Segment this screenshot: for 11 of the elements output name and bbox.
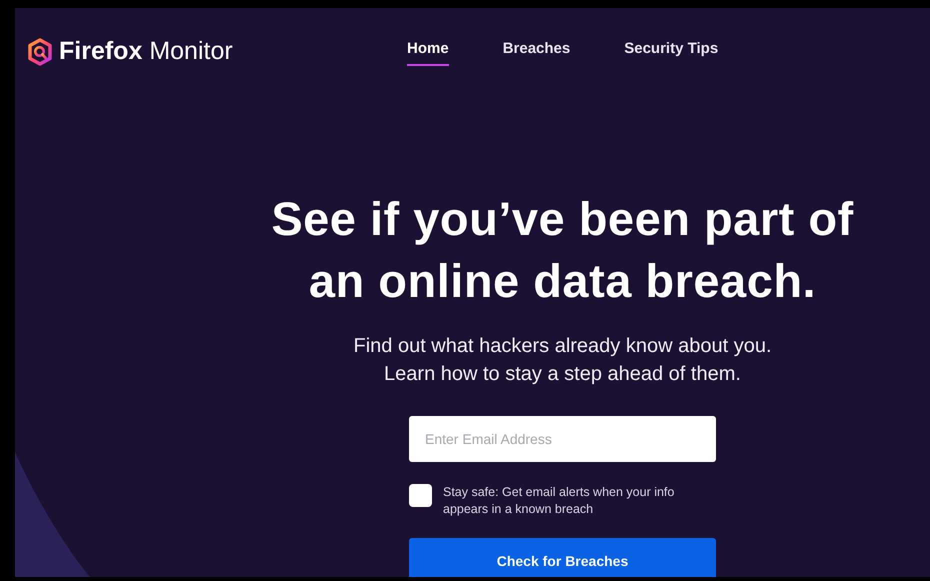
email-field[interactable]: Enter Email Address — [409, 416, 716, 462]
alerts-label: Stay safe: Get email alerts when your info appears in a known breach — [443, 484, 676, 518]
brand-name[interactable]: Firefox Monitor — [59, 33, 233, 71]
check-breaches-button[interactable]: Check for Breaches — [409, 538, 716, 577]
subtitle: Find out what hackers already know about you. Learn how to stay a step ahead of them. — [353, 334, 772, 387]
nav-link[interactable]: Security Tips — [624, 38, 718, 66]
alerts-checkbox[interactable] — [409, 484, 432, 507]
logo-icon — [27, 38, 53, 66]
nav-link[interactable]: Breaches — [502, 38, 570, 66]
nav-link[interactable]: Home — [407, 38, 449, 66]
headline: See if you’ve been part of an online data breach. — [271, 191, 854, 309]
